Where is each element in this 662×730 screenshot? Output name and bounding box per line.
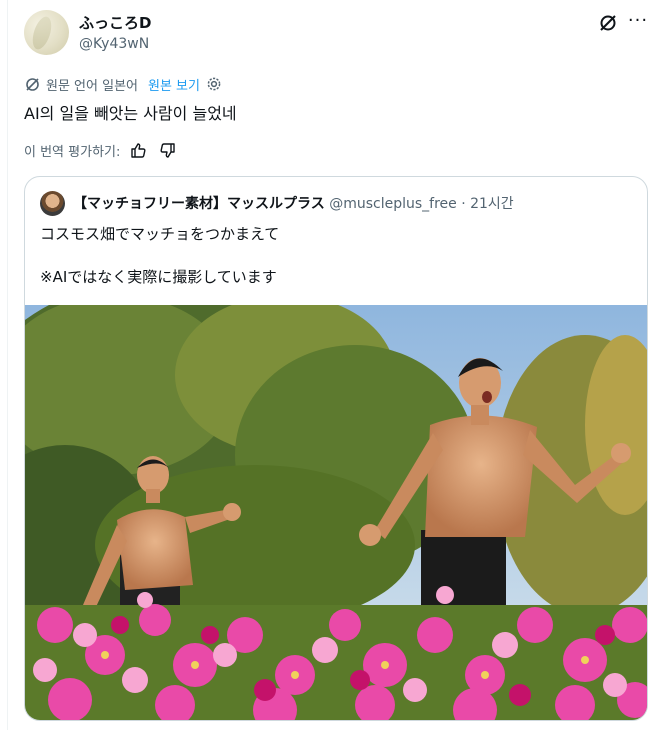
quoted-post-time: 21시간	[470, 196, 514, 212]
translation-language-label: 원문 언어 일본어	[46, 78, 138, 94]
quoted-author-handle: @muscleplus_free	[329, 196, 457, 212]
quoted-post-text-line2: ※AIではなく実際に撮影しています	[40, 268, 277, 286]
quoted-post[interactable]: 【マッチョフリー素材】マッスルプラス @muscleplus_free · 21…	[24, 176, 648, 721]
post-text: AI의 일을 빼앗는 사람이 늘었네	[24, 104, 237, 123]
author-handle[interactable]: @Ky43wN	[79, 36, 149, 52]
quoted-author-avatar	[40, 191, 65, 216]
author-avatar[interactable]	[24, 10, 69, 55]
rate-translation-label: 이 번역 평가하기:	[24, 144, 121, 160]
quoted-post-text-line1: コスモス畑でマッチョをつかまえて	[40, 225, 280, 243]
thumbs-up-icon[interactable]	[130, 142, 147, 159]
grok-icon[interactable]	[597, 12, 619, 34]
quoted-post-header: 【マッチョフリー素材】マッスルプラス @muscleplus_free · 21…	[73, 193, 514, 213]
thumbs-down-icon[interactable]	[159, 142, 176, 159]
translation-bar: 원문 언어 일본어 원본 보기	[24, 74, 222, 94]
author-display-name[interactable]: ふっころD	[79, 12, 151, 33]
rate-translation-bar: 이 번역 평가하기:	[24, 140, 176, 160]
translate-icon	[24, 76, 41, 93]
more-options-icon[interactable]: ···	[627, 12, 649, 34]
timeline-border	[7, 0, 8, 730]
meta-separator: ·	[461, 196, 466, 212]
gear-icon[interactable]	[206, 76, 222, 92]
quoted-author-name: 【マッチョフリー素材】マッスルプラス	[73, 196, 325, 212]
quoted-post-photo[interactable]	[25, 305, 647, 720]
show-original-link[interactable]: 원본 보기	[148, 75, 200, 94]
